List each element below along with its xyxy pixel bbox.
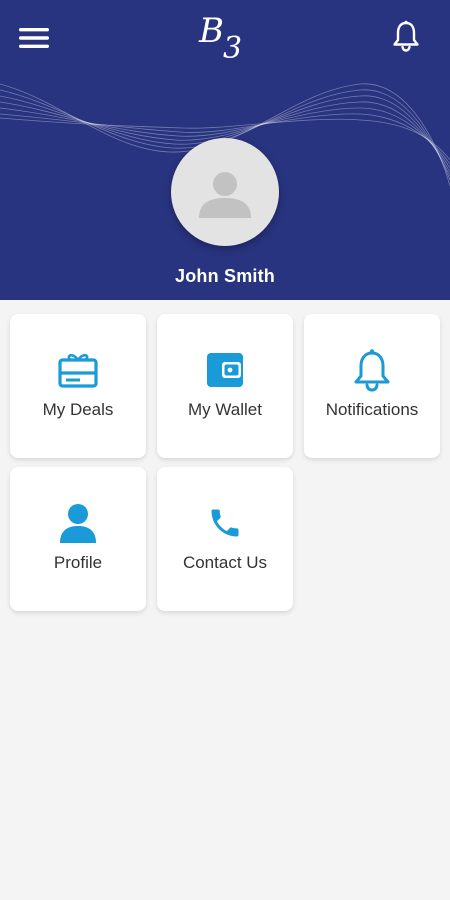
contact-us-tile[interactable]: Contact Us	[157, 467, 293, 611]
home-screen: B 3 John Smith My Deals My Wallet Notifi…	[0, 0, 450, 900]
tile-label: My Deals	[42, 400, 114, 419]
person-placeholder-icon	[199, 172, 251, 218]
app-logo: B 3	[193, 6, 257, 70]
tile-label: My Wallet	[188, 400, 262, 419]
svg-text:3: 3	[223, 31, 242, 66]
bell-icon	[393, 20, 419, 52]
tile-label: Notifications	[325, 400, 419, 419]
bell-icon	[354, 349, 390, 392]
tile-label: Contact Us	[182, 553, 268, 572]
svg-text:B: B	[198, 11, 224, 51]
hamburger-menu-icon	[19, 28, 49, 48]
menu-button[interactable]	[14, 20, 54, 56]
person-icon	[60, 504, 96, 543]
logo-mark: B 3	[198, 11, 242, 66]
gift-card-icon	[58, 353, 98, 388]
tile-label: Profile	[53, 553, 103, 572]
wallet-icon	[207, 353, 243, 387]
avatar[interactable]	[171, 138, 279, 246]
header: B 3 John Smith	[0, 0, 450, 300]
user-name: John Smith	[175, 266, 275, 286]
phone-icon	[211, 509, 239, 537]
header-notifications-button[interactable]	[386, 16, 426, 56]
my-wallet-tile[interactable]: My Wallet	[157, 314, 293, 458]
my-deals-tile[interactable]: My Deals	[10, 314, 146, 458]
profile-tile[interactable]: Profile	[10, 467, 146, 611]
notifications-tile[interactable]: Notifications	[304, 314, 440, 458]
